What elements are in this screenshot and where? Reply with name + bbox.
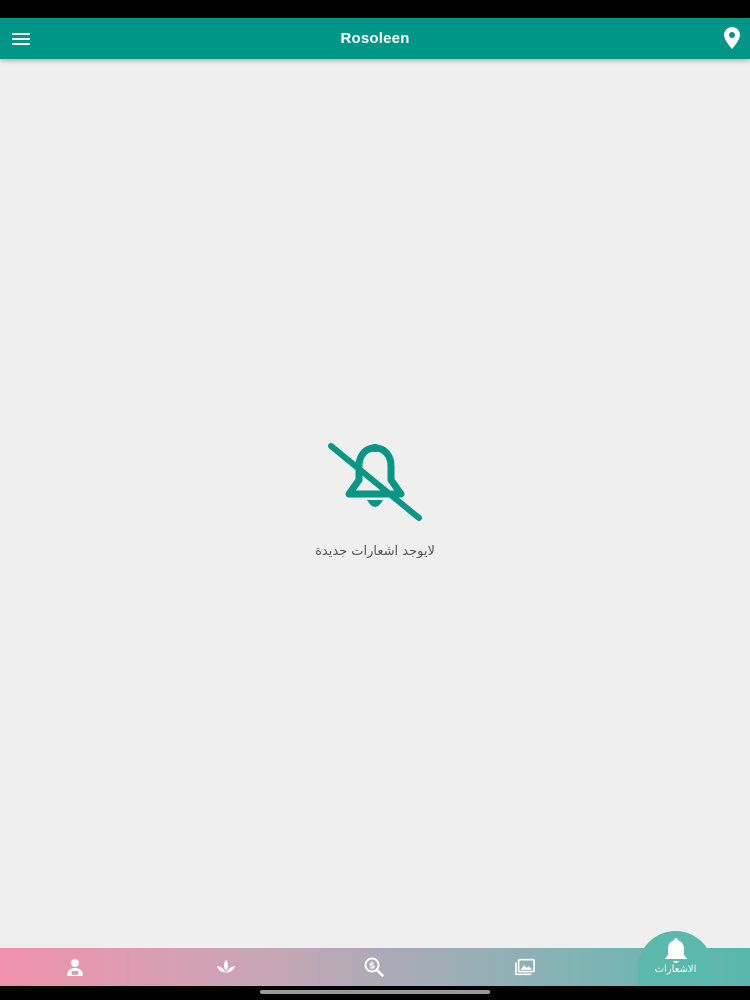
- svg-text:$: $: [369, 961, 375, 971]
- nav-gallery[interactable]: [495, 948, 555, 986]
- nav-notifications[interactable]: الاشعارات: [638, 937, 713, 985]
- bell-icon: [664, 938, 687, 963]
- nav-profile[interactable]: [45, 948, 105, 986]
- nav-lotus[interactable]: [196, 948, 256, 986]
- empty-message: لايوجد اشعارات جديدة: [315, 544, 435, 559]
- app-title: Rosoleen: [340, 30, 410, 47]
- home-indicator[interactable]: [260, 990, 490, 994]
- profile-icon: [67, 959, 83, 976]
- gallery-icon: [515, 958, 535, 976]
- search-money-icon: $: [364, 957, 384, 977]
- nav-search-money[interactable]: $: [344, 948, 404, 986]
- status-bar: [0, 0, 750, 18]
- map-pin-icon[interactable]: [724, 27, 740, 49]
- lotus-icon: [216, 959, 236, 973]
- app-bar: Rosoleen: [0, 18, 750, 59]
- empty-state: لايوجد اشعارات جديدة: [0, 440, 750, 559]
- notifications-off-icon: [328, 443, 422, 521]
- nav-notifications-label: الاشعارات: [654, 964, 697, 975]
